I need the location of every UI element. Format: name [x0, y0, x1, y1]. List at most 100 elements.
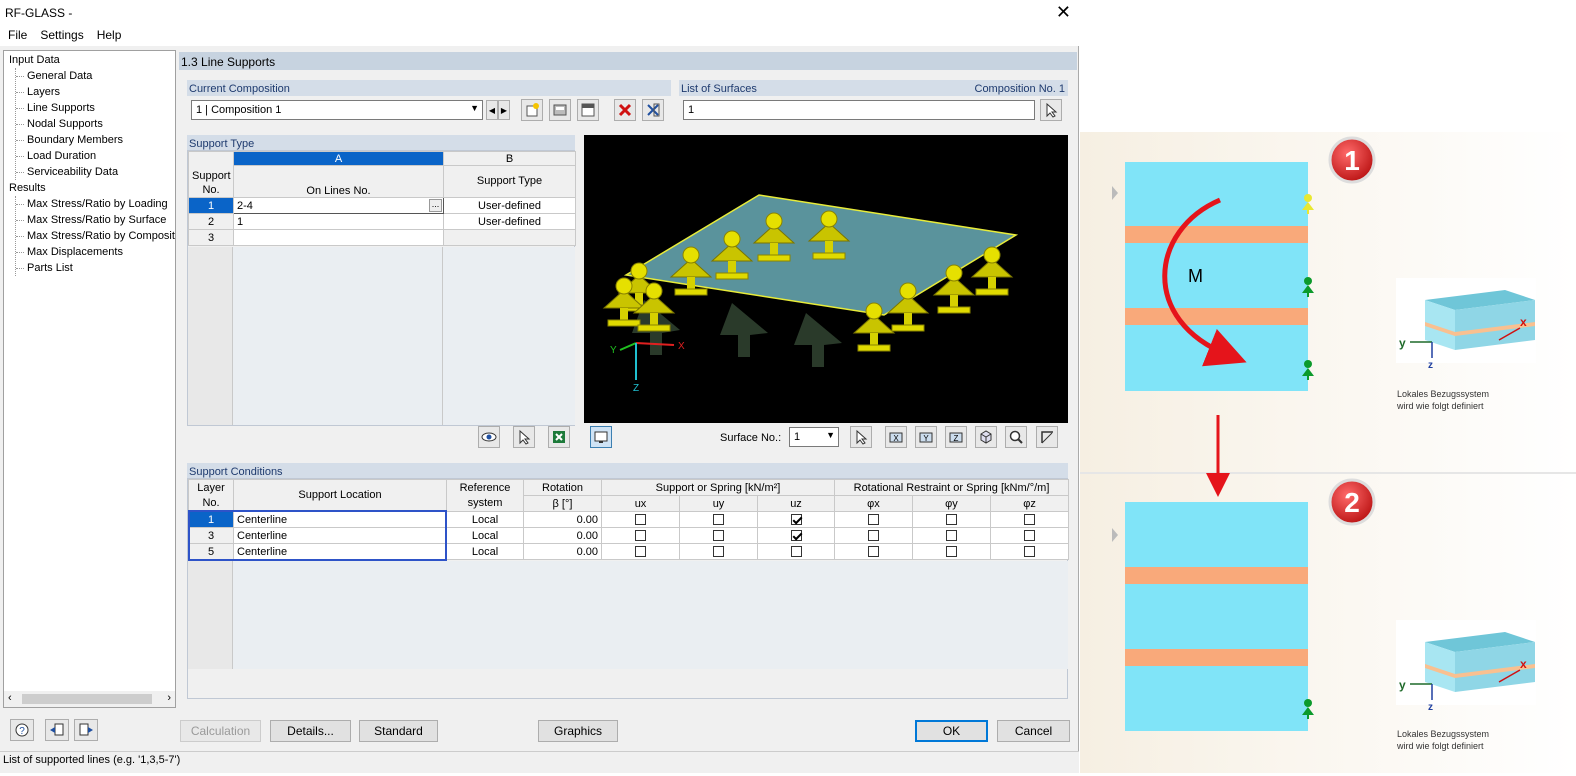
check-cell[interactable]: [601, 511, 680, 528]
rotation-cell[interactable]: 0.00: [523, 543, 602, 560]
checkbox-φz[interactable]: [1024, 546, 1035, 558]
check-cell[interactable]: [834, 511, 913, 528]
check-cell[interactable]: [912, 511, 991, 528]
next-page-button[interactable]: [74, 719, 98, 741]
check-cell[interactable]: [757, 527, 835, 544]
checkbox-φy[interactable]: [946, 530, 957, 542]
scroll-left-icon[interactable]: ‹: [8, 692, 12, 704]
check-cell[interactable]: [912, 527, 991, 544]
lines-cell[interactable]: 1: [233, 213, 444, 230]
checkbox-φy[interactable]: [946, 514, 957, 526]
layer-no-cell[interactable]: 5: [188, 543, 234, 560]
composition-select[interactable]: 1 | Composition 1 ▼: [191, 100, 483, 120]
check-cell[interactable]: [989, 511, 1070, 528]
checkbox-uz[interactable]: [790, 530, 802, 542]
pick-lines-button[interactable]: [513, 426, 535, 448]
support-type-cell[interactable]: [443, 229, 576, 246]
standard-button[interactable]: Standard: [359, 720, 438, 742]
tree-item-layers[interactable]: Layers: [27, 86, 60, 98]
view-z-button[interactable]: Z: [945, 426, 967, 448]
row-number[interactable]: 2: [188, 213, 234, 230]
rotation-cell[interactable]: 0.00: [523, 511, 602, 528]
layer-no-cell[interactable]: 3: [188, 527, 234, 544]
view-button[interactable]: [478, 426, 500, 448]
reference-system-cell[interactable]: Local: [446, 511, 524, 528]
check-cell[interactable]: [834, 543, 913, 560]
support-location-cell[interactable]: Centerline: [233, 527, 447, 544]
view-y-button[interactable]: Y: [915, 426, 937, 448]
calculation-button[interactable]: Calculation: [180, 720, 261, 742]
zoom-button[interactable]: [1005, 426, 1027, 448]
scroll-right-icon[interactable]: ›: [167, 692, 171, 704]
tree-item-parts-list[interactable]: Parts List: [27, 262, 73, 274]
prev-composition-button[interactable]: ◀: [486, 100, 498, 120]
details-button[interactable]: Details...: [270, 720, 351, 742]
pick-surfaces-button[interactable]: [1040, 99, 1062, 121]
surface-no-select[interactable]: 1 ▼: [789, 427, 839, 447]
support-location-cell[interactable]: Centerline: [233, 543, 447, 560]
tree-item-stress-composition[interactable]: Max Stress/Ratio by Composition: [27, 230, 175, 242]
checkbox-φz[interactable]: [1024, 514, 1035, 526]
check-cell[interactable]: [601, 527, 680, 544]
new-composition-button[interactable]: [521, 99, 543, 121]
checkbox-uz[interactable]: [790, 546, 802, 558]
checkbox-φx[interactable]: [868, 530, 879, 542]
checkbox-uz[interactable]: [790, 514, 802, 526]
check-cell[interactable]: [601, 543, 680, 560]
support-type-cell[interactable]: User-defined: [443, 213, 576, 230]
tree-horizontal-scrollbar[interactable]: ‹ ›: [4, 691, 175, 707]
next-composition-button[interactable]: ▶: [498, 100, 510, 120]
check-cell[interactable]: [912, 543, 991, 560]
tree-item-stress-loading[interactable]: Max Stress/Ratio by Loading: [27, 198, 168, 210]
support-type-cell[interactable]: User-defined: [443, 197, 576, 214]
select-members-button[interactable]: [642, 99, 664, 121]
isometric-view-button[interactable]: [975, 426, 997, 448]
copy-composition-button[interactable]: [549, 99, 571, 121]
checkbox-φx[interactable]: [868, 546, 879, 558]
col-letter-b[interactable]: B: [443, 151, 576, 166]
dimension-button[interactable]: [1036, 426, 1058, 448]
tree-item-general-data[interactable]: General Data: [27, 70, 92, 82]
tree-item-stress-surface[interactable]: Max Stress/Ratio by Surface: [27, 214, 166, 226]
3d-graphic-view[interactable]: X Y Z: [584, 135, 1068, 423]
check-cell[interactable]: [989, 527, 1070, 544]
check-cell[interactable]: [757, 511, 835, 528]
tree-item-max-displacements[interactable]: Max Displacements: [27, 246, 123, 258]
surfaces-input[interactable]: 1: [683, 100, 1035, 120]
graphics-button[interactable]: Graphics: [538, 720, 618, 742]
row-number[interactable]: 3: [188, 229, 234, 246]
menu-settings[interactable]: Settings: [32, 26, 88, 42]
tree-input-data[interactable]: Input Data: [9, 54, 60, 66]
checkbox-ux[interactable]: [635, 530, 646, 542]
checkbox-uy[interactable]: [713, 546, 724, 558]
check-cell[interactable]: [679, 527, 758, 544]
rotation-cell[interactable]: 0.00: [523, 527, 602, 544]
view-x-button[interactable]: X: [885, 426, 907, 448]
checkbox-uy[interactable]: [713, 530, 724, 542]
tree-item-nodal-supports[interactable]: Nodal Supports: [27, 118, 103, 130]
scroll-thumb[interactable]: [22, 694, 152, 704]
tree-results[interactable]: Results: [9, 182, 46, 194]
support-location-cell[interactable]: Centerline: [233, 511, 447, 528]
menu-file[interactable]: File: [0, 26, 32, 42]
tree-item-boundary-members[interactable]: Boundary Members: [27, 134, 123, 146]
excel-export-button[interactable]: [548, 426, 570, 448]
close-icon[interactable]: ✕: [1056, 2, 1071, 23]
reference-system-cell[interactable]: Local: [446, 543, 524, 560]
checkbox-uy[interactable]: [713, 514, 724, 526]
check-cell[interactable]: [679, 511, 758, 528]
more-button[interactable]: ...: [429, 199, 442, 212]
ok-button[interactable]: OK: [915, 720, 988, 742]
checkbox-ux[interactable]: [635, 546, 646, 558]
help-button[interactable]: ?: [10, 719, 34, 741]
reference-system-cell[interactable]: Local: [446, 527, 524, 544]
layer-no-cell[interactable]: 1: [188, 511, 234, 528]
pick-surface-button[interactable]: [850, 426, 872, 448]
import-composition-button[interactable]: [577, 99, 599, 121]
menu-help[interactable]: Help: [89, 26, 127, 42]
tree-item-load-duration[interactable]: Load Duration: [27, 150, 96, 162]
checkbox-φx[interactable]: [868, 514, 879, 526]
previous-page-button[interactable]: [45, 719, 69, 741]
graphic-settings-button[interactable]: [590, 426, 612, 448]
checkbox-φz[interactable]: [1024, 530, 1035, 542]
